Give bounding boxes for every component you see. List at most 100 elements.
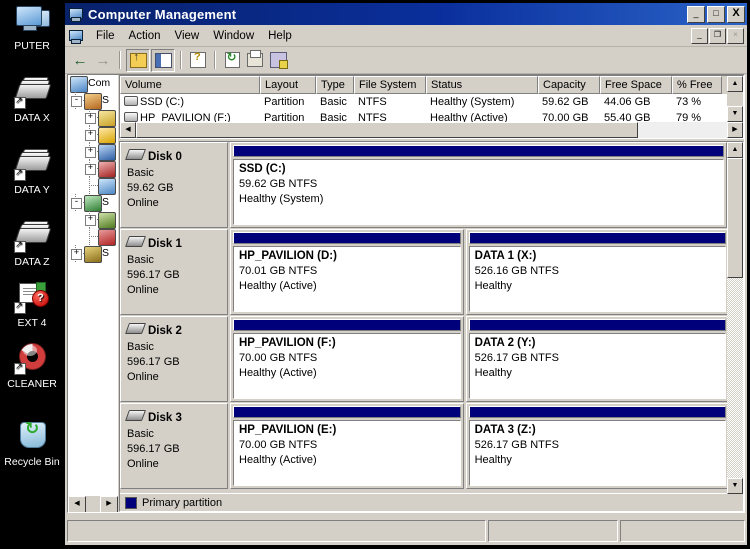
tree-node-item-3[interactable]: + [68,126,118,144]
tree-expander[interactable]: + [85,113,96,124]
column-header-capacity[interactable]: Capacity [538,76,600,94]
rescan-disks-button[interactable] [267,50,289,71]
mdi-restore-button[interactable]: ❐ [709,27,726,44]
disk-row[interactable]: Disk 1 Basic 596.17 GB Online HP_PAVILION (D… [120,229,727,315]
tree-expander[interactable]: - [71,198,82,209]
disk-row[interactable]: Disk 3 Basic 596.17 GB Online HP_PAVILION (E… [120,403,727,489]
menu-item-help[interactable]: Help [261,28,299,44]
partition-block[interactable]: HP_PAVILION (D:) 70.01 GB NTFS Healthy (Ac… [230,229,464,315]
desktop-icon-data-z[interactable]: DATA Z [0,220,64,268]
tree-expander[interactable]: - [71,96,82,107]
volume-hscroll-track[interactable] [136,122,727,138]
partition-block[interactable]: HP_PAVILION (E:) 70.00 GB NTFS Healthy (Ac… [230,403,464,489]
menu-item-action[interactable]: Action [122,28,168,44]
tree-expander[interactable]: + [85,130,96,141]
disk-row[interactable]: Disk 2 Basic 596.17 GB Online HP_PAVILION (F… [120,316,727,402]
tree-scroll-right-button[interactable]: ▶ [100,496,118,512]
volume-list-header[interactable]: Volume Layout Type File System Status Capacit… [120,76,743,94]
volume-list[interactable]: Volume Layout Type File System Status Capacit… [119,75,744,139]
tree-node-s[interactable]: + S [68,245,118,263]
column-header-layout[interactable]: Layout [260,76,316,94]
volume-hscroll-left-button[interactable]: ◀ [120,122,136,138]
mdi-minimize-button[interactable]: _ [691,27,708,44]
desktop-icon-label: DATA Y [14,184,50,196]
tree-expander[interactable]: + [85,215,96,226]
tree-expander[interactable]: + [85,147,96,158]
volume-hscroll-right-button[interactable]: ▶ [727,122,743,138]
maximize-button[interactable]: □ [707,5,725,23]
graphical-scroll-up-button[interactable]: ▲ [727,142,743,158]
tree-node-s[interactable]: -S [68,92,118,110]
minimize-button[interactable]: _ [687,5,705,23]
disk-info-disk-0[interactable]: Disk 0 Basic 59.62 GB Online [120,142,228,228]
menu-item-file[interactable]: File [89,28,122,44]
tree-expander[interactable]: + [71,249,82,260]
tree-horizontal-scrollbar[interactable]: ◀ ▶ [68,495,118,512]
volume-scroll-up-button[interactable]: ▲ [727,76,743,92]
tree-node-com[interactable]: Com [68,75,118,93]
properties-button[interactable] [244,50,266,71]
help-button[interactable] [187,50,209,71]
window-title-bar[interactable]: Computer Management _ □ X [65,3,747,25]
desktop-icon-puter[interactable]: PUTER [0,4,64,52]
tree-node-item-6[interactable] [68,177,118,195]
graphical-view-vertical-scrollbar[interactable]: ▲ ▼ [727,142,743,494]
refresh-button[interactable] [221,50,243,71]
disk-info-disk-3[interactable]: Disk 3 Basic 596.17 GB Online [120,403,228,489]
graphical-scroll-down-button[interactable]: ▼ [727,478,743,494]
menu-item-window[interactable]: Window [206,28,261,44]
forward-button[interactable]: → [92,50,114,71]
volume-list-vertical-scrollbar[interactable]: ▲ ▼ [727,76,743,122]
volume-name: SSD (C:) [140,96,184,108]
desktop-icon-cleaner[interactable]: CLEANER [0,342,64,390]
graphical-scroll-thumb[interactable] [727,158,743,278]
refresh-icon [224,50,240,68]
desktop-icon-ext-4[interactable]: ? EXT 4 [0,281,64,329]
tree-node-item-8[interactable]: + [68,211,118,229]
partition-name: HP_PAVILION (F:) [239,337,336,349]
partition-block[interactable]: HP_PAVILION (F:) 70.00 GB NTFS Healthy (Ac… [230,316,464,402]
column-header-free-space[interactable]: Free Space [600,76,672,94]
console-tree[interactable]: Com - S + + + + - S + + S [68,75,118,495]
volume-hscroll-thumb[interactable] [136,122,639,138]
show-hide-tree-button[interactable] [151,48,175,72]
tree-node-label: S [102,196,110,208]
partition-block[interactable]: SSD (C:) 59.62 GB NTFS Healthy (System) [230,142,727,228]
tree-expander[interactable]: + [85,164,96,175]
desktop-icon-data-x[interactable]: DATA X [0,76,64,124]
graphical-scroll-track[interactable] [727,158,743,478]
up-one-level-button[interactable] [126,48,150,72]
menu-item-view[interactable]: View [168,28,207,44]
column-header-volume[interactable]: Volume [120,76,260,94]
column-header-type[interactable]: Type [316,76,354,94]
status-pane-3 [620,520,745,542]
partition-block[interactable]: DATA 2 (Y:) 526.17 GB NTFS Healthy [465,316,727,402]
tree-node-item-5[interactable]: + [68,160,118,178]
tree-node-item-2[interactable]: + [68,109,118,127]
right-arrow-icon: → [95,51,111,69]
partition-block[interactable]: DATA 3 (Z:) 526.17 GB NTFS Healthy [465,403,727,489]
disk-size: 596.17 GB [127,269,180,281]
mdi-close-button[interactable]: × [727,27,744,44]
column-header-status[interactable]: Status [426,76,538,94]
column-header-file-system[interactable]: File System [354,76,426,94]
tree-node-item-4[interactable]: + [68,143,118,161]
disk-info-disk-1[interactable]: Disk 1 Basic 596.17 GB Online [120,229,228,315]
column-header--free[interactable]: % Free [672,76,722,94]
disk-row[interactable]: Disk 0 Basic 59.62 GB Online SSD (C:) 59.62 G… [120,142,727,228]
partition-block[interactable]: DATA 1 (X:) 526.16 GB NTFS Healthy [465,229,727,315]
tree-node-item-9[interactable] [68,228,118,246]
volume-scroll-down-button[interactable]: ▼ [727,106,743,122]
tree-node-s[interactable]: -S [68,194,118,212]
volume-row[interactable]: SSD (C:) Partition Basic NTFS Healthy (Syste… [120,94,743,110]
tree-scroll-left-button[interactable]: ◀ [68,496,86,512]
disk-list[interactable]: Disk 0 Basic 59.62 GB Online SSD (C:) 59.62 G… [120,142,727,494]
desktop-icon-recycle-bin[interactable]: Recycle Bin [0,420,64,468]
volume-list-horizontal-scrollbar[interactable]: ◀ ▶ [120,122,743,138]
desktop-icon-label: Recycle Bin [4,456,60,468]
disk-info-disk-2[interactable]: Disk 2 Basic 596.17 GB Online [120,316,228,402]
close-button[interactable]: X [727,5,745,23]
desktop-icon-data-y[interactable]: DATA Y [0,148,64,196]
back-button[interactable]: ← [69,50,91,71]
partition-legend: Primary partition [120,493,727,511]
